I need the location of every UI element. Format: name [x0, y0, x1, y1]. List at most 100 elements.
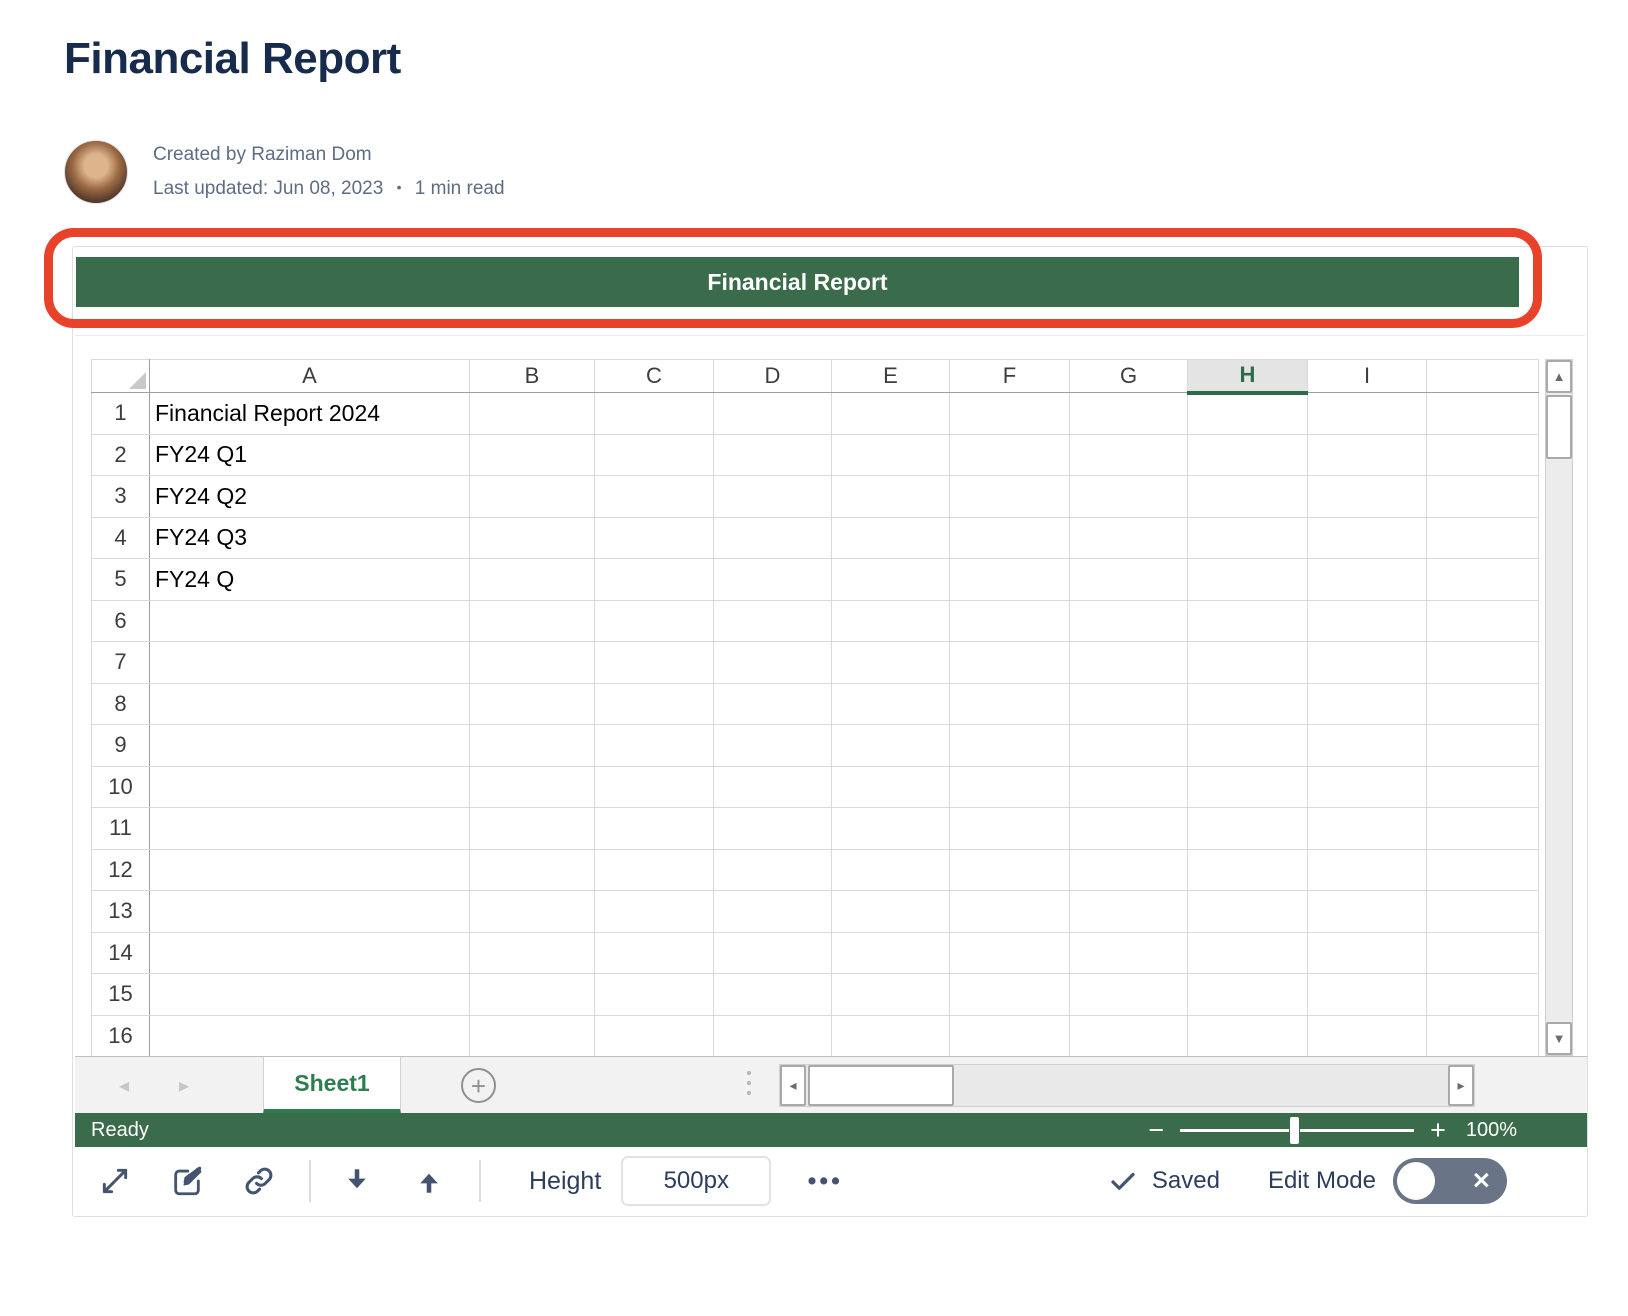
cell-D13[interactable]: [714, 891, 832, 933]
cell-F3[interactable]: [950, 476, 1070, 518]
cell-I10[interactable]: [1308, 766, 1427, 808]
select-all-button[interactable]: [92, 360, 150, 393]
cell-I6[interactable]: [1308, 600, 1427, 642]
cell-C15[interactable]: [595, 974, 714, 1016]
cell-D12[interactable]: [714, 849, 832, 891]
cell-H3[interactable]: [1188, 476, 1308, 518]
cell-B6[interactable]: [470, 600, 595, 642]
cell-E6[interactable]: [832, 600, 950, 642]
zoom-slider[interactable]: [1180, 1129, 1414, 1132]
row-header-4[interactable]: 4: [92, 517, 150, 559]
row-header-8[interactable]: 8: [92, 683, 150, 725]
cell-A10[interactable]: [150, 766, 470, 808]
cell-A11[interactable]: [150, 808, 470, 850]
download-button[interactable]: [335, 1159, 379, 1203]
cell-E12[interactable]: [832, 849, 950, 891]
cell-I16[interactable]: [1308, 1015, 1427, 1057]
cell-A5[interactable]: FY24 Q: [150, 559, 470, 601]
cell-B11[interactable]: [470, 808, 595, 850]
cell-A16[interactable]: [150, 1015, 470, 1057]
cell-C6[interactable]: [595, 600, 714, 642]
cell-D5[interactable]: [714, 559, 832, 601]
cell-E16[interactable]: [832, 1015, 950, 1057]
cell-C7[interactable]: [595, 642, 714, 684]
cell-A2[interactable]: FY24 Q1: [150, 434, 470, 476]
cell-C2[interactable]: [595, 434, 714, 476]
cell-H6[interactable]: [1188, 600, 1308, 642]
cell-E14[interactable]: [832, 932, 950, 974]
column-header-H[interactable]: H: [1188, 360, 1308, 393]
cell-I3[interactable]: [1308, 476, 1427, 518]
cell-H4[interactable]: [1188, 517, 1308, 559]
cell-A7[interactable]: [150, 642, 470, 684]
column-header-I[interactable]: I: [1308, 360, 1427, 393]
cell-F9[interactable]: [950, 725, 1070, 767]
cell-E3[interactable]: [832, 476, 950, 518]
edit-button[interactable]: [165, 1159, 209, 1203]
edit-mode-toggle[interactable]: ✕: [1393, 1158, 1507, 1204]
zoom-slider-thumb[interactable]: [1290, 1117, 1299, 1144]
zoom-in-button[interactable]: +: [1430, 1117, 1446, 1144]
scroll-left-button[interactable]: ◂: [780, 1065, 806, 1106]
cell-A1[interactable]: Financial Report 2024: [150, 393, 470, 435]
cell-I11[interactable]: [1308, 808, 1427, 850]
column-header-D[interactable]: D: [714, 360, 832, 393]
column-header-C[interactable]: C: [595, 360, 714, 393]
scroll-right-button[interactable]: ▸: [1448, 1065, 1474, 1106]
cell-D3[interactable]: [714, 476, 832, 518]
cell-B8[interactable]: [470, 683, 595, 725]
cell-C8[interactable]: [595, 683, 714, 725]
cell-B13[interactable]: [470, 891, 595, 933]
cell-H11[interactable]: [1188, 808, 1308, 850]
cell-G10[interactable]: [1070, 766, 1188, 808]
horizontal-scrollbar[interactable]: ◂ ▸: [779, 1064, 1475, 1107]
cell-B3[interactable]: [470, 476, 595, 518]
cell-A9[interactable]: [150, 725, 470, 767]
cell-F12[interactable]: [950, 849, 1070, 891]
cell-F6[interactable]: [950, 600, 1070, 642]
cell-C5[interactable]: [595, 559, 714, 601]
cell-F7[interactable]: [950, 642, 1070, 684]
cell-D6[interactable]: [714, 600, 832, 642]
cell-A6[interactable]: [150, 600, 470, 642]
row-header-14[interactable]: 14: [92, 932, 150, 974]
cell-H12[interactable]: [1188, 849, 1308, 891]
cell-F14[interactable]: [950, 932, 1070, 974]
cell-D14[interactable]: [714, 932, 832, 974]
cell-B1[interactable]: [470, 393, 595, 435]
cell-H7[interactable]: [1188, 642, 1308, 684]
cell-A4[interactable]: FY24 Q3: [150, 517, 470, 559]
cell-C14[interactable]: [595, 932, 714, 974]
sheet-tab-sheet1[interactable]: Sheet1: [263, 1057, 401, 1114]
add-sheet-button[interactable]: +: [461, 1068, 496, 1103]
cell-B15[interactable]: [470, 974, 595, 1016]
cell-I5[interactable]: [1308, 559, 1427, 601]
cell-G15[interactable]: [1070, 974, 1188, 1016]
cell-A3[interactable]: FY24 Q2: [150, 476, 470, 518]
cell-A8[interactable]: [150, 683, 470, 725]
cell-B12[interactable]: [470, 849, 595, 891]
column-header-E[interactable]: E: [832, 360, 950, 393]
cell-G3[interactable]: [1070, 476, 1188, 518]
cell-F11[interactable]: [950, 808, 1070, 850]
column-header-B[interactable]: B: [470, 360, 595, 393]
avatar[interactable]: [64, 140, 128, 204]
row-header-9[interactable]: 9: [92, 725, 150, 767]
cell-F4[interactable]: [950, 517, 1070, 559]
column-header-F[interactable]: F: [950, 360, 1070, 393]
row-header-10[interactable]: 10: [92, 766, 150, 808]
vertical-scrollbar-thumb[interactable]: [1546, 395, 1572, 459]
cell-D4[interactable]: [714, 517, 832, 559]
cell-H1[interactable]: [1188, 393, 1308, 435]
cell-H14[interactable]: [1188, 932, 1308, 974]
cell-F13[interactable]: [950, 891, 1070, 933]
cell-G8[interactable]: [1070, 683, 1188, 725]
cell-B4[interactable]: [470, 517, 595, 559]
cell-C13[interactable]: [595, 891, 714, 933]
cell-D7[interactable]: [714, 642, 832, 684]
cell-D11[interactable]: [714, 808, 832, 850]
row-header-5[interactable]: 5: [92, 559, 150, 601]
cell-I7[interactable]: [1308, 642, 1427, 684]
cell-G16[interactable]: [1070, 1015, 1188, 1057]
row-header-15[interactable]: 15: [92, 974, 150, 1016]
